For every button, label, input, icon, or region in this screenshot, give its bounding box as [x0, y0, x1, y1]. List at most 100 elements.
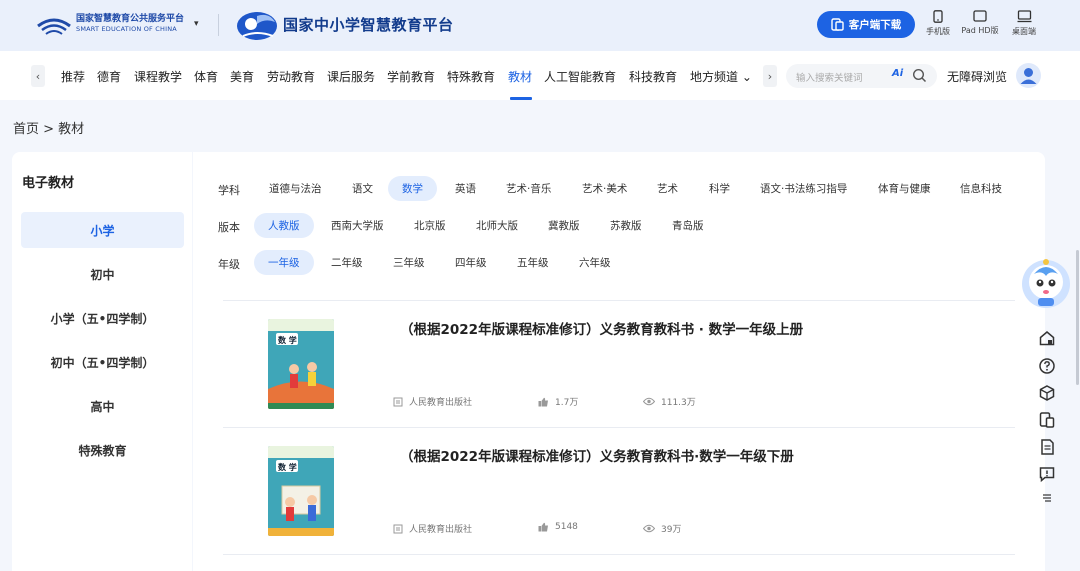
device-pad-label: Pad HD版: [961, 26, 999, 35]
subject-chip[interactable]: 体育与健康: [864, 176, 945, 201]
sidebar-item-junior-54[interactable]: 初中（五•四学制）: [21, 344, 184, 380]
nav-next-button[interactable]: ›: [763, 65, 777, 87]
nav-item-arts[interactable]: 美育: [230, 68, 254, 85]
sidebar-item-primary-54[interactable]: 小学（五•四学制）: [21, 300, 184, 336]
subject-chip[interactable]: 艺术·音乐: [492, 176, 565, 201]
nav-item-special[interactable]: 特殊教育: [447, 68, 495, 85]
nav-item-pe[interactable]: 体育: [194, 68, 218, 85]
search-box[interactable]: 输入搜索关键词 Ai: [786, 64, 937, 88]
platform-logo-icon[interactable]: [36, 12, 72, 36]
grade-chip-active[interactable]: 一年级: [254, 250, 314, 275]
edition-filter-label: 版本: [218, 221, 240, 234]
nav-prev-button[interactable]: ‹: [31, 65, 45, 87]
divider: [223, 300, 1015, 301]
edition-chip[interactable]: 青岛版: [658, 213, 718, 238]
accessibility-link[interactable]: 无障碍浏览: [947, 68, 1007, 85]
edition-chip-active[interactable]: 人教版: [254, 213, 314, 238]
subject-chip[interactable]: 艺术: [643, 176, 692, 201]
nav-item-preschool[interactable]: 学前教育: [387, 68, 435, 85]
subject-chip[interactable]: 语文·书法练习指导: [746, 176, 861, 201]
cube-icon[interactable]: [1038, 384, 1056, 402]
nav-item-recommend[interactable]: 推荐: [61, 68, 85, 85]
book-title[interactable]: （根据2022年版课程标准修订）义务教育教科书 · 数学一年级上册: [400, 318, 803, 338]
book-publisher-label: 人民教育出版社: [409, 398, 473, 408]
sidebar-item-senior[interactable]: 高中: [21, 388, 184, 424]
book-views: 111.3万: [643, 395, 696, 408]
book-title[interactable]: （根据2022年版课程标准修订）义务教育教科书·数学一年级下册: [400, 445, 794, 465]
platform-name[interactable]: 国家智慧教育公共服务平台 SMART EDUCATION OF CHINA: [76, 14, 184, 34]
tablet-icon: [973, 10, 987, 22]
book-cover-image[interactable]: [268, 446, 334, 536]
nav-item-ai[interactable]: 人工智能教育: [544, 68, 616, 85]
nav-item-moral[interactable]: 德育: [97, 68, 121, 85]
phone-icon: [933, 10, 943, 23]
nav-item-tech[interactable]: 科技教育: [629, 68, 677, 85]
site-title[interactable]: 国家中小学智慧教育平台: [283, 14, 454, 35]
assistant-mascot-icon[interactable]: [1020, 256, 1072, 310]
grade-chip[interactable]: 二年级: [317, 250, 377, 275]
sidebar-title: 电子教材: [22, 176, 75, 191]
device-mobile[interactable]: 手机版: [922, 10, 954, 37]
grade-chip[interactable]: 四年级: [441, 250, 501, 275]
book-likes[interactable]: 1.7万: [538, 395, 578, 408]
publisher-icon: [393, 524, 403, 533]
subject-chip[interactable]: 道德与法治: [255, 176, 336, 201]
book-publisher-label: 人民教育出版社: [409, 525, 473, 535]
home-icon[interactable]: [1038, 329, 1056, 347]
thumbs-up-icon: [538, 397, 548, 406]
edition-chip[interactable]: 北京版: [400, 213, 460, 238]
eye-icon: [643, 524, 655, 533]
site-logo-icon[interactable]: [235, 8, 281, 42]
sidebar-item-primary[interactable]: 小学: [21, 212, 184, 248]
sidebar-item-special[interactable]: 特殊教育: [21, 432, 184, 468]
nav-item-labor[interactable]: 劳动教育: [267, 68, 315, 85]
breadcrumb[interactable]: 首页 > 教材: [13, 118, 84, 137]
subject-chip[interactable]: 信息科技: [946, 176, 1016, 201]
book-cover-label: 数 学: [278, 336, 297, 345]
book-likes-count: 1.7万: [555, 398, 579, 408]
subject-chip-active[interactable]: 数学: [388, 176, 437, 201]
grade-filter-label: 年级: [218, 258, 240, 271]
client-download-button[interactable]: 客户端下载: [817, 11, 915, 38]
grade-chip[interactable]: 三年级: [379, 250, 439, 275]
client-download-label: 客户端下载: [848, 19, 902, 31]
nav-item-afterschool[interactable]: 课后服务: [327, 68, 375, 85]
nav-item-courses[interactable]: 课程教学: [134, 68, 182, 85]
sidebar-item-junior[interactable]: 初中: [21, 256, 184, 292]
subject-chip[interactable]: 科学: [695, 176, 744, 201]
grade-chip[interactable]: 六年级: [565, 250, 625, 275]
grade-chip[interactable]: 五年级: [503, 250, 563, 275]
book-likes-count: 5148: [555, 522, 578, 532]
subject-chip[interactable]: 英语: [441, 176, 490, 201]
nav-item-local[interactable]: 地方频道 ⌄: [690, 68, 752, 85]
platform-dropdown-caret[interactable]: ▾: [194, 19, 199, 29]
subject-chip[interactable]: 语文: [338, 176, 387, 201]
book-views-count: 39万: [661, 525, 682, 535]
thumbs-up-icon: [538, 522, 548, 532]
feedback-icon[interactable]: [1038, 465, 1056, 483]
edition-chip[interactable]: 北师大版: [462, 213, 532, 238]
page-scrollbar[interactable]: [1076, 250, 1079, 385]
document-icon[interactable]: [1038, 438, 1056, 456]
edition-chip[interactable]: 苏教版: [596, 213, 656, 238]
devices-icon[interactable]: [1038, 411, 1056, 429]
book-likes[interactable]: 5148: [538, 522, 578, 532]
menu-icon[interactable]: [1041, 492, 1053, 504]
edition-chip[interactable]: 冀教版: [534, 213, 594, 238]
user-icon: [1020, 68, 1037, 84]
nav-item-textbooks[interactable]: 教材: [508, 68, 532, 85]
help-icon[interactable]: [1038, 357, 1056, 375]
user-avatar[interactable]: [1016, 63, 1041, 88]
sidebar: 电子教材 小学 初中 小学（五•四学制） 初中（五•四学制） 高中 特殊教育: [12, 152, 192, 571]
search-icon[interactable]: [912, 68, 927, 83]
search-input[interactable]: 输入搜索关键词: [796, 70, 863, 84]
device-desktop[interactable]: 桌面端: [1008, 10, 1040, 37]
subject-chip[interactable]: 艺术·美术: [568, 176, 641, 201]
book-publisher: 人民教育出版社: [393, 395, 472, 408]
ai-search-icon[interactable]: Ai: [892, 68, 903, 79]
edition-chip[interactable]: 西南大学版: [317, 213, 398, 238]
book-cover-image[interactable]: [268, 319, 334, 409]
device-pad[interactable]: Pad HD版: [958, 10, 1002, 36]
desktop-icon: [1017, 10, 1031, 23]
book-publisher: 人民教育出版社: [393, 522, 472, 535]
